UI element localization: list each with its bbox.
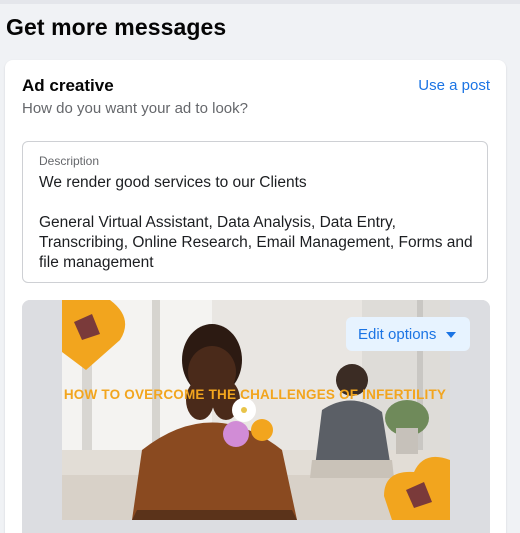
description-label: Description (39, 154, 100, 168)
description-field[interactable]: Description We render good services to o… (22, 141, 488, 283)
caret-down-icon (446, 331, 457, 338)
page: Get more messages Ad creative How do you… (0, 0, 520, 533)
section-title: Ad creative (22, 76, 114, 95)
section-subtitle: How do you want your ad to look? (22, 100, 248, 117)
page-title: Get more messages (6, 14, 227, 40)
top-divider (0, 0, 520, 4)
description-value[interactable]: We render good services to our Clients G… (39, 173, 479, 273)
edit-options-label: Edit options (358, 325, 437, 343)
ad-media-preview: HOW TO OVERCOME THE CHALLENGES OF INFERT… (22, 300, 490, 533)
ad-creative-card: Ad creative How do you want your ad to l… (5, 60, 506, 533)
edit-options-button[interactable]: Edit options (346, 317, 471, 351)
use-a-post-link[interactable]: Use a post (418, 77, 490, 94)
creative-overlay-text: HOW TO OVERCOME THE CHALLENGES OF INFERT… (63, 387, 447, 402)
